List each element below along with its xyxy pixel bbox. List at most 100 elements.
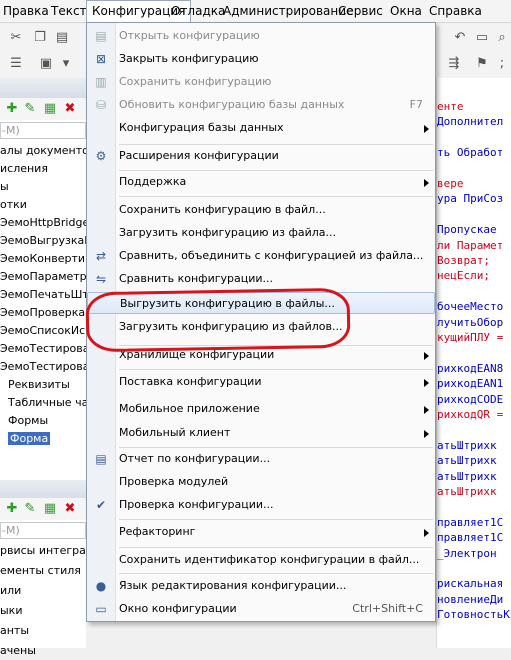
code-line: атьШтрихк [437,438,497,452]
tree-item[interactable]: отки [0,196,86,214]
compare-icon: ⇋ [95,272,107,286]
delete-icon[interactable]: ✖ [62,501,78,517]
menu-item[interactable]: Конфигурация базы данных [87,117,435,139]
dropdown-icon[interactable]: ▾ [58,56,74,72]
add-icon[interactable]: ✚ [4,501,20,517]
tree-item[interactable]: Табличные част [8,394,94,412]
submenu-arrow-icon [424,529,429,537]
tree-item[interactable]: ЭемоHttpBridge [0,214,86,232]
menu-item-label: Закрыть конфигурацию [119,52,259,65]
menu-item-label: Сравнить конфигурации... [119,272,274,285]
menu-item[interactable]: Рефакторинг [87,521,435,543]
list-icon[interactable]: ☰ [8,56,24,72]
menu-service[interactable]: Сервис [333,0,388,22]
tree-item[interactable]: ЭемоКонвертиро [0,250,86,268]
tree-item[interactable]: исления [0,160,86,178]
tree-item[interactable]: Реквизиты [8,376,94,394]
copy-item-icon[interactable]: ▦ [42,101,58,117]
tree-search-input-2[interactable]: -M) [0,522,86,539]
menu-separator [119,519,433,520]
undo-icon[interactable]: ↶ [452,30,468,46]
tree-item[interactable]: ы [0,178,86,196]
comment-icon[interactable]: ; [494,56,510,72]
menu-item[interactable]: Проверка модулей [87,471,435,493]
tree-item[interactable]: ЭемоПараметры [0,268,86,286]
menu-item[interactable]: Мобильный клиент [87,422,435,444]
menu-item[interactable]: ✔ Проверка конфигурации... [87,494,435,516]
menu-windows[interactable]: Окна [385,0,427,22]
menu-help[interactable]: Справка [424,0,487,22]
tree-item[interactable]: ементы стиля [0,562,86,580]
menu-item[interactable]: ⚙ Расширения конфигурации [87,145,435,167]
menu-item[interactable]: ⊠ Закрыть конфигурацию [87,48,435,70]
menu-text[interactable]: Текст [46,0,92,22]
menu-item[interactable]: ▤ Отчет по конфигурации... [87,448,435,470]
tree-item[interactable]: анты [0,622,86,640]
tree-item[interactable]: ачены [0,642,86,660]
language-icon: ● [95,579,107,593]
code-line: рискальная [437,577,504,591]
tree-item-label: рвисы интеграци [0,544,86,557]
extensions-icon: ⚙ [95,149,107,163]
redo-icon[interactable]: ▭ [474,30,490,46]
tree-item[interactable]: Форма [8,430,94,448]
update-db-icon: ⛁ [95,98,107,112]
menu-item[interactable]: Загрузить конфигурацию из файла... [87,222,435,244]
bookmark-icon[interactable]: ⚑ [474,56,490,72]
tree-item[interactable]: ЭемоТестирован [0,358,86,376]
copy-item-icon[interactable]: ▦ [42,501,58,517]
document-icon[interactable]: ▣ [38,56,54,72]
code-line: ГотовностьКЕ [437,608,511,622]
tree-item-label: ЭемоВыгрузкаВВ [0,234,86,247]
menu-item[interactable]: Мобильное приложение [87,398,435,420]
menu-item[interactable]: ⇄ Сравнить, объединить с конфигурацией из… [87,245,435,267]
tree-item[interactable]: ЭемоТестирован [0,340,86,358]
paste-icon[interactable]: ▤ [54,30,70,46]
code-editor[interactable]: енте Дополнител ть Обработ вере ура ПриСоз Пр… [436,78,511,648]
tree-item[interactable]: ЭемоПроверкаМа [0,304,86,322]
code-line: Дополнител [437,115,504,129]
menu-item-label: Поддержка [119,175,187,188]
tree-item[interactable]: ЭемоПечатьШтри [0,286,86,304]
delete-icon[interactable]: ✖ [62,101,78,117]
menu-separator [119,369,433,370]
red-annotation-ellipse [85,287,351,353]
add-icon[interactable]: ✚ [4,101,20,117]
menu-separator [119,573,433,574]
menu-item[interactable]: ▭ Окно конфигурации Ctrl+Shift+C [87,598,435,620]
tree-item-label: Форма [8,432,51,445]
tree-item[interactable]: ЭемоСписокИспо [0,322,86,340]
menu-item-label: Окно конфигурации [119,602,237,615]
tree-item-label: ЭемоПроверкаМа [0,306,86,319]
menu-item[interactable]: Поставка конфигурации [87,371,435,393]
cut-icon[interactable]: ✂ [8,30,24,46]
edit-icon[interactable]: ✎ [22,501,38,517]
tree-item[interactable]: или [0,582,86,600]
menu-item[interactable]: Сохранить идентификатор конфигурации в ф… [87,549,435,571]
menu-item-label: Сохранить конфигурацию в файл... [119,203,326,216]
tree-item[interactable]: ыки [0,602,86,620]
tree-item[interactable]: Формы [8,412,94,430]
tree-item-label: ЭемоСписокИспо [0,324,86,337]
tree-search-input[interactable]: -M) [0,122,86,139]
save-config-icon: ▥ [95,75,107,89]
edit-icon[interactable]: ✎ [22,101,38,117]
tree-item-label: ЭемоПечатьШтри [0,288,86,301]
find-icon[interactable]: ⌕ [494,30,510,46]
code-line: енте [437,100,464,113]
menu-item[interactable]: Поддержка [87,171,435,193]
menu-item: ▤ Открыть конфигурацию [87,25,435,47]
copy-icon[interactable]: ❐ [32,30,48,46]
menu-item[interactable]: Сохранить конфигурацию в файл... [87,199,435,221]
tree-item-label: ЭемоHttpBridge [0,216,86,229]
code-line: нецЕсли; [437,269,490,283]
menu-item[interactable]: ⇋ Сравнить конфигурации... [87,268,435,290]
code-line: новлениеДи [437,592,504,606]
tree-item[interactable]: алы документов [0,142,86,160]
tree-item[interactable]: рвисы интеграци [0,542,86,560]
format-icon[interactable]: ⇶ [446,56,462,72]
menu-separator [119,547,433,548]
tree-item[interactable]: ЭемоВыгрузкаВВ [0,232,86,250]
menu-item[interactable]: ● Язык редактирования конфигурации... [87,575,435,597]
